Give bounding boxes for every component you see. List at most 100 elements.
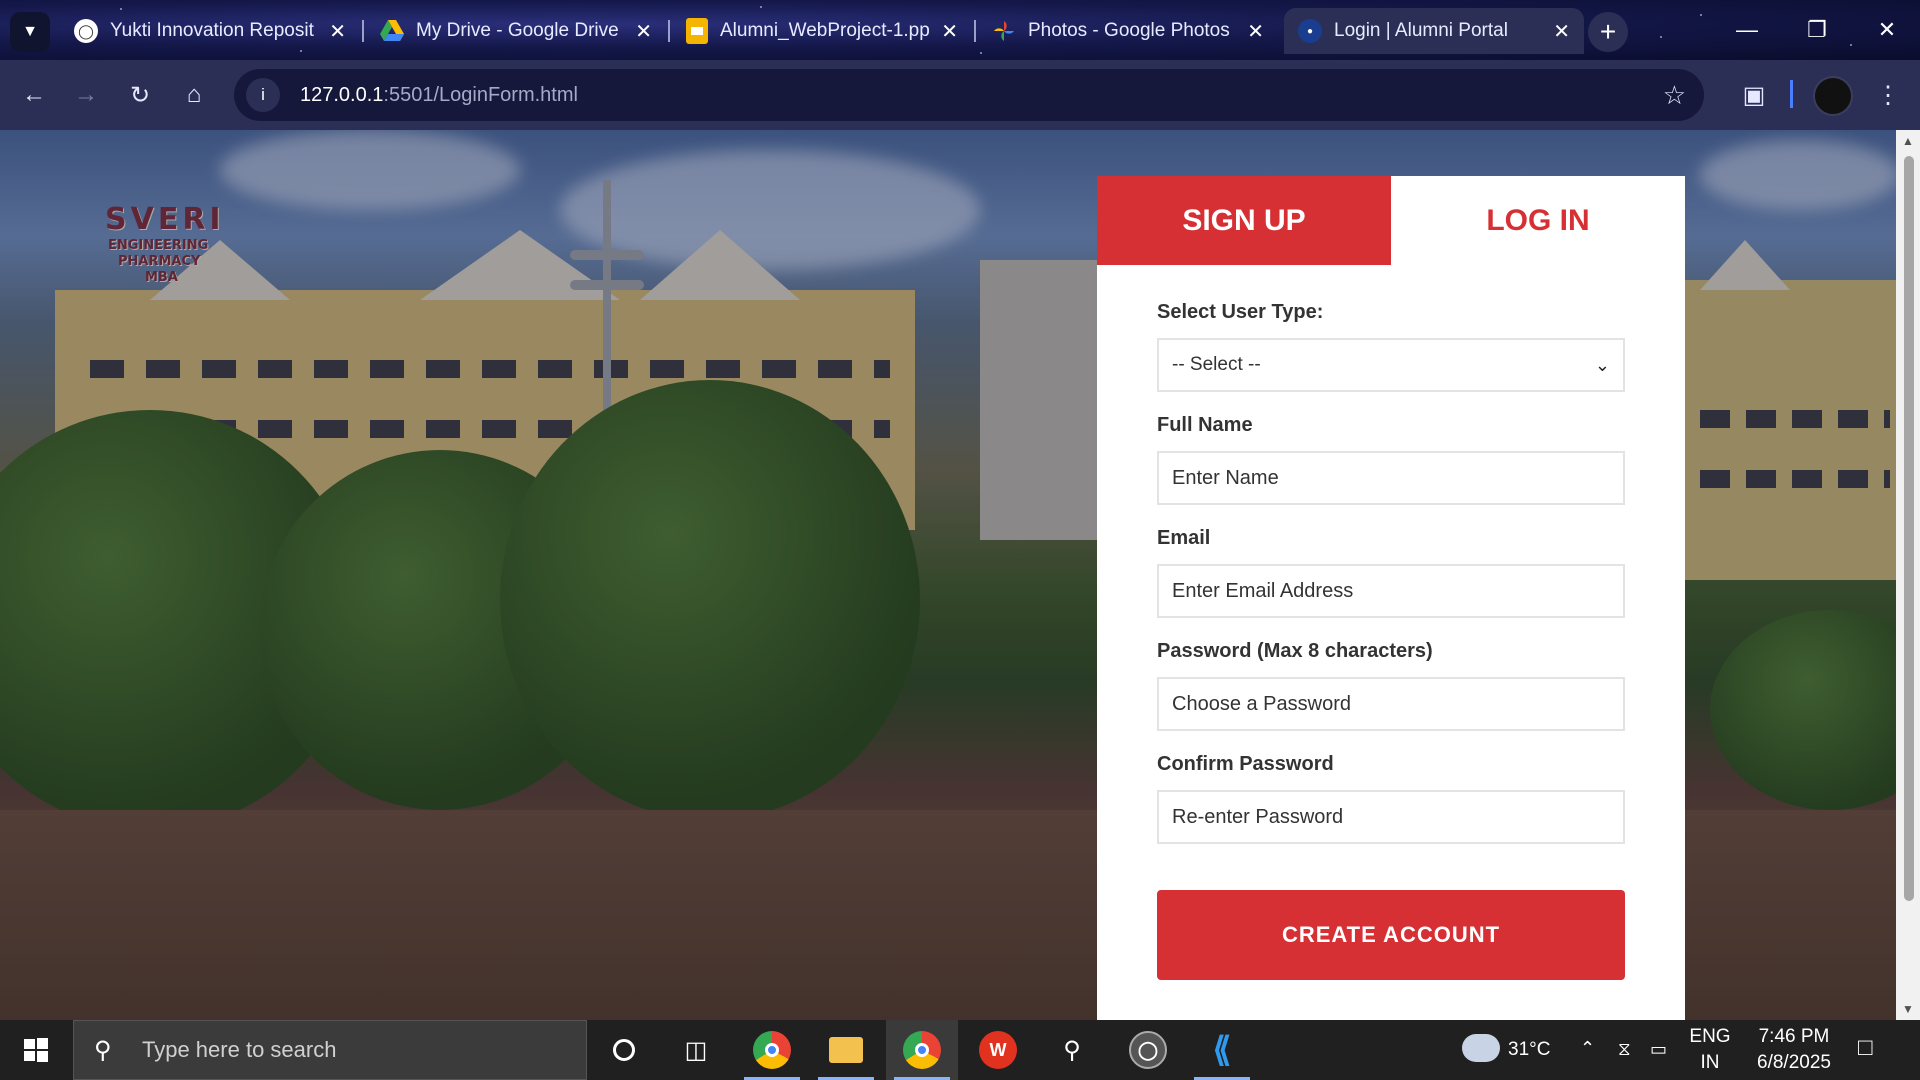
confirm-password-label: Confirm Password bbox=[1157, 753, 1334, 775]
close-icon[interactable]: ✕ bbox=[1553, 19, 1570, 44]
tab-title: Alumni_WebProject-1.pp bbox=[720, 20, 930, 41]
browser-tab-3[interactable]: Alumni_WebProject-1.pp ✕ bbox=[672, 8, 972, 54]
reload-button[interactable]: ↻ bbox=[120, 75, 160, 115]
network-icon[interactable]: ⧖ bbox=[1618, 1036, 1631, 1062]
close-window-button[interactable]: ✕ bbox=[1852, 0, 1920, 60]
github-desktop-icon: ◯ bbox=[1129, 1031, 1167, 1069]
scroll-down-icon[interactable]: ▼ bbox=[1899, 1002, 1917, 1016]
plus-icon: + bbox=[1599, 16, 1617, 47]
clock[interactable]: 7:46 PM 6/8/2025 bbox=[1742, 1024, 1846, 1076]
taskbar-github-desktop[interactable]: ◯ bbox=[1112, 1020, 1184, 1080]
tab-title: My Drive - Google Drive bbox=[416, 20, 619, 41]
scroll-up-icon[interactable]: ▲ bbox=[1899, 134, 1917, 148]
puzzle-icon: ▣ bbox=[1742, 81, 1766, 109]
google-drive-icon bbox=[380, 19, 404, 43]
tray-overflow-chevron-icon[interactable]: ⌃ bbox=[1580, 1035, 1595, 1061]
taskbar-wps-office[interactable]: W bbox=[962, 1020, 1034, 1080]
notification-icon[interactable]: □ bbox=[1858, 1035, 1873, 1061]
full-name-label: Full Name bbox=[1157, 414, 1253, 436]
back-button[interactable]: ← bbox=[14, 75, 54, 115]
user-type-select[interactable]: -- Select -- ⌄ bbox=[1157, 338, 1625, 392]
battery-icon[interactable]: ▭ bbox=[1650, 1036, 1667, 1062]
restore-icon: ❐ bbox=[1807, 17, 1827, 42]
password-label: Password (Max 8 characters) bbox=[1157, 640, 1433, 662]
auth-card: SIGN UP LOG IN Select User Type: -- Sele… bbox=[1097, 176, 1685, 1020]
close-icon: ✕ bbox=[1877, 17, 1897, 42]
toolbar-divider bbox=[1790, 80, 1793, 108]
browser-toolbar: ← → ↻ ⌂ i 127.0.0.1:5501/LoginForm.html … bbox=[0, 60, 1920, 130]
user-type-label: Select User Type: bbox=[1157, 301, 1324, 323]
windows-logo-icon bbox=[24, 1038, 48, 1062]
email-input[interactable]: Enter Email Address bbox=[1157, 564, 1625, 618]
close-icon[interactable]: ✕ bbox=[329, 19, 346, 44]
magnifier-tool-icon: ⚲ bbox=[1063, 1036, 1081, 1064]
google-slides-icon bbox=[686, 18, 708, 44]
restore-button[interactable]: ❐ bbox=[1782, 0, 1852, 60]
chrome-icon bbox=[753, 1031, 791, 1069]
close-icon[interactable]: ✕ bbox=[635, 19, 652, 44]
tab-sign-up[interactable]: SIGN UP bbox=[1097, 176, 1391, 265]
lang-line2: IN bbox=[1700, 1052, 1720, 1073]
kebab-menu-icon: ⋮ bbox=[1876, 81, 1900, 109]
cortana-circle-icon bbox=[613, 1039, 635, 1061]
google-photos-icon bbox=[992, 19, 1016, 43]
cortana-button[interactable] bbox=[588, 1020, 660, 1080]
wps-office-icon: W bbox=[979, 1031, 1017, 1069]
weather-temp[interactable]: 31°C bbox=[1508, 1037, 1550, 1063]
close-icon[interactable]: ✕ bbox=[941, 19, 958, 44]
close-icon[interactable]: ✕ bbox=[1247, 19, 1264, 44]
windows-taskbar: ⚲ Type here to search ◫ W ⚲ ◯ ⟪ 31°C ⌃ ⧖… bbox=[0, 1020, 1920, 1080]
minimize-button[interactable]: — bbox=[1712, 0, 1782, 60]
auth-tabs: SIGN UP LOG IN bbox=[1097, 176, 1685, 265]
task-view-icon: ◫ bbox=[684, 1036, 708, 1064]
tab-title: Photos - Google Photos bbox=[1028, 20, 1230, 41]
reload-icon: ↻ bbox=[129, 81, 151, 109]
folder-icon bbox=[829, 1037, 863, 1063]
browser-tab-4[interactable]: Photos - Google Photos ✕ bbox=[978, 8, 1278, 54]
bookmark-star-icon[interactable]: ☆ bbox=[1663, 80, 1686, 111]
email-label: Email bbox=[1157, 527, 1211, 549]
search-icon: ⚲ bbox=[94, 1036, 112, 1064]
taskbar-vscode[interactable]: ⟪ bbox=[1186, 1020, 1258, 1080]
taskbar-chrome-active[interactable] bbox=[886, 1020, 958, 1080]
page-viewport: SVERI ENGINEERING PHARMACY MBA SIGN UP L… bbox=[0, 130, 1920, 1020]
profile-avatar[interactable] bbox=[1813, 76, 1853, 116]
taskbar-file-explorer[interactable] bbox=[810, 1020, 882, 1080]
arrow-right-icon: → bbox=[74, 81, 98, 108]
language-indicator[interactable]: ENG IN bbox=[1686, 1024, 1734, 1076]
taskbar-search-box[interactable]: ⚲ Type here to search bbox=[73, 1020, 587, 1080]
browser-tab-strip: ▼ ◯ Yukti Innovation Reposit ✕ My Drive … bbox=[0, 0, 1920, 60]
full-name-input[interactable]: Enter Name bbox=[1157, 451, 1625, 505]
home-icon: ⌂ bbox=[186, 81, 202, 108]
start-button[interactable] bbox=[0, 1020, 72, 1080]
minimize-icon: — bbox=[1736, 17, 1758, 42]
forward-button[interactable]: → bbox=[66, 75, 106, 115]
menu-button[interactable]: ⋮ bbox=[1868, 75, 1908, 115]
lang-line1: ENG bbox=[1689, 1026, 1731, 1047]
site-info-icon[interactable]: i bbox=[246, 78, 280, 112]
signup-form: Select User Type: -- Select -- ⌄ Full Na… bbox=[1097, 301, 1685, 980]
password-input[interactable]: Choose a Password bbox=[1157, 677, 1625, 731]
arrow-left-icon: ← bbox=[22, 81, 46, 108]
confirm-password-input[interactable]: Re-enter Password bbox=[1157, 790, 1625, 844]
create-account-button[interactable]: CREATE ACCOUNT bbox=[1157, 890, 1625, 980]
new-tab-button[interactable]: + bbox=[1588, 12, 1628, 52]
tab-log-in[interactable]: LOG IN bbox=[1391, 176, 1685, 265]
task-view-button[interactable]: ◫ bbox=[660, 1020, 732, 1080]
address-bar[interactable]: i 127.0.0.1:5501/LoginForm.html ☆ bbox=[234, 69, 1704, 121]
url-path: :5501/LoginForm.html bbox=[383, 83, 578, 106]
browser-tab-1[interactable]: ◯ Yukti Innovation Reposit ✕ bbox=[60, 8, 360, 54]
tab-search-button[interactable]: ▼ bbox=[10, 12, 50, 52]
taskbar-search-placeholder: Type here to search bbox=[142, 1037, 337, 1062]
chevron-down-icon: ⌄ bbox=[1594, 354, 1610, 375]
chevron-down-icon: ▼ bbox=[22, 23, 38, 40]
home-button[interactable]: ⌂ bbox=[174, 75, 214, 115]
taskbar-chrome-profile[interactable] bbox=[736, 1020, 808, 1080]
browser-tab-5-active[interactable]: ● Login | Alumni Portal ✕ bbox=[1284, 8, 1584, 54]
url-host: 127.0.0.1 bbox=[300, 83, 384, 106]
extensions-button[interactable]: ▣ bbox=[1734, 75, 1774, 115]
taskbar-snipping-tool[interactable]: ⚲ bbox=[1036, 1020, 1108, 1080]
browser-tab-2[interactable]: My Drive - Google Drive ✕ bbox=[366, 8, 666, 54]
scrollbar-thumb[interactable] bbox=[1904, 156, 1914, 901]
user-type-selected-value: -- Select -- bbox=[1172, 354, 1261, 375]
